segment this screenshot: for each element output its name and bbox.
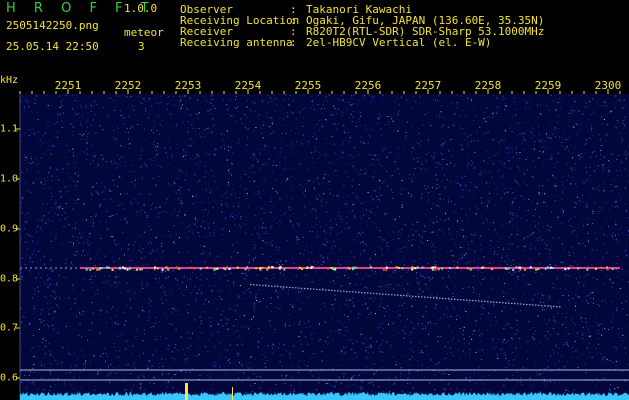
noise-speckle bbox=[20, 94, 629, 395]
axis-tick-marks bbox=[16, 89, 621, 379]
spectrogram-overlay bbox=[16, 89, 629, 400]
signal-level-trace bbox=[20, 383, 629, 400]
meteor-echo-trail bbox=[250, 284, 561, 308]
